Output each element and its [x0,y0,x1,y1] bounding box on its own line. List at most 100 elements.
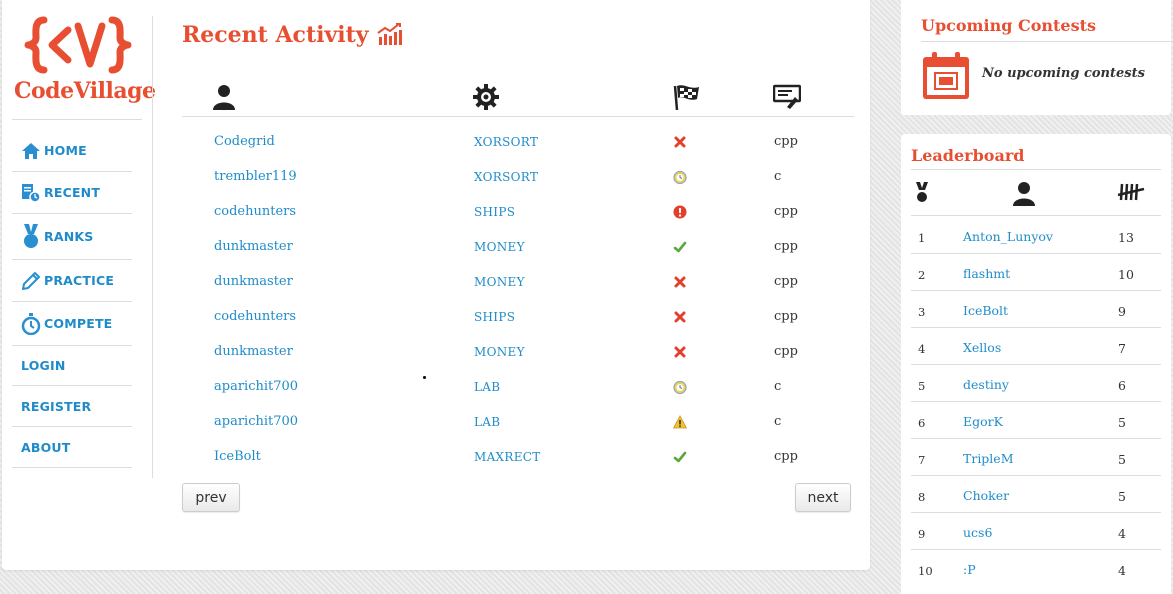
table-row: IceBolt MAXRECT cpp [182,432,854,467]
table-row: codehunters SHIPS cpp [182,292,854,327]
submission-user-link[interactable]: Codegrid [214,135,275,149]
logo[interactable]: CodeVillage [14,14,156,104]
submission-user-link[interactable]: codehunters [214,310,296,324]
submission-user-link[interactable]: trembler119 [214,170,297,184]
code-icon [772,84,802,114]
recent-icon [21,183,41,203]
wrong-answer-icon [673,275,687,289]
nav-label: COMPETE [44,316,113,331]
nav-label: RECENT [44,185,101,200]
leaderboard-row: 1 Anton_Lunyov 13 [911,217,1161,254]
user-link[interactable]: TripleM [963,451,1014,466]
prev-button[interactable]: prev [182,483,240,512]
submission-user-link[interactable]: codehunters [214,205,296,219]
submission-problem-link[interactable]: LAB [474,415,500,429]
submission-language: cpp [774,344,798,359]
medal-icon [915,182,929,208]
medal-icon [21,223,41,248]
rank: 3 [918,305,926,319]
table-row: dunkmaster MONEY cpp [182,327,854,362]
nav-item-compete[interactable]: COMPETE [12,302,132,346]
submission-problem-link[interactable]: MAXRECT [474,450,541,464]
user-link[interactable]: Xellos [963,340,1001,355]
table-row: aparichit700 LAB c [182,397,854,432]
logo-code-icon [24,16,132,74]
no-contests-message: No upcoming contests [982,66,1145,81]
rank: 10 [918,564,933,578]
user-link[interactable]: Anton_Lunyov [963,229,1053,244]
leaderboard-row: 8 Choker 5 [911,476,1161,513]
submission-user-link[interactable]: dunkmaster [214,345,293,359]
leaderboard-rows: 1 Anton_Lunyov 13 2 flashmt 10 3 IceBolt 9 4 Xello… [911,217,1161,587]
user-link[interactable]: flashmt [963,266,1010,281]
nav-label: HOME [44,143,87,158]
next-button[interactable]: next [795,483,851,512]
rank: 7 [918,453,926,467]
nav-label: PRACTICE [44,273,115,288]
rank: 2 [918,268,926,282]
submission-user-link[interactable]: dunkmaster [214,275,293,289]
accepted-icon [673,450,687,464]
leaderboard-header [911,170,1161,216]
sidebar-nav: HOME RECENT RANKS PRACTICE COMPETE LOGIN… [12,130,132,468]
submission-user-link[interactable]: aparichit700 [214,415,298,429]
leaderboard-row: 2 flashmt 10 [911,254,1161,291]
submission-problem-link[interactable]: MONEY [474,345,525,359]
submission-problem-link[interactable]: SHIPS [474,205,515,219]
user-link[interactable]: IceBolt [963,303,1008,318]
score: 5 [1118,489,1126,504]
submission-user-link[interactable]: dunkmaster [214,240,293,254]
submission-language: c [774,169,782,184]
user-link[interactable]: Choker [963,488,1009,503]
nav-item-about[interactable]: ABOUT [12,427,132,468]
rank: 9 [918,527,926,541]
submission-problem-link[interactable]: SHIPS [474,310,515,324]
score: 5 [1118,415,1126,430]
submission-language: cpp [774,204,798,219]
divider [12,119,142,120]
wrong-answer-icon [673,135,687,149]
user-link[interactable]: :P [963,562,976,577]
nav-item-practice[interactable]: PRACTICE [12,260,132,302]
nav-item-register[interactable]: REGISTER [12,386,132,427]
time-limit-icon [673,380,687,395]
score: 5 [1118,452,1126,467]
user-link[interactable]: EgorK [963,414,1003,429]
rank: 5 [918,379,926,393]
calendar-icon [921,51,971,105]
nav-label: LOGIN [21,358,66,373]
nav-item-login[interactable]: LOGIN [12,346,132,386]
time-limit-icon [673,170,687,185]
upcoming-contests-panel: Upcoming Contests No upcoming contests [901,0,1171,115]
table-row: Codegrid XORSORT cpp [182,117,854,152]
user-link[interactable]: destiny [963,377,1009,392]
submission-user-link[interactable]: IceBolt [214,450,261,464]
submission-problem-link[interactable]: LAB [474,380,500,394]
submission-language: c [774,414,782,429]
nav-label: ABOUT [21,439,71,455]
nav-item-home[interactable]: HOME [12,130,132,172]
submission-problem-link[interactable]: XORSORT [474,135,538,149]
submission-problem-link[interactable]: MONEY [474,275,525,289]
submission-user-link[interactable]: aparichit700 [214,380,298,394]
table-row: trembler119 XORSORT c [182,152,854,187]
leaderboard-row: 3 IceBolt 9 [911,291,1161,328]
chart-icon [376,23,402,45]
user-link[interactable]: ucs6 [963,525,992,540]
stopwatch-icon [21,312,41,335]
score: 4 [1118,563,1126,578]
submission-language: cpp [774,274,798,289]
score: 13 [1118,230,1134,245]
nav-item-ranks[interactable]: RANKS [12,214,132,260]
rank: 1 [918,231,926,245]
score: 7 [1118,341,1126,356]
contests-title: Upcoming Contests [921,16,1096,35]
rank: 4 [918,342,926,356]
submission-problem-link[interactable]: MONEY [474,240,525,254]
warning-icon [672,415,688,429]
user-icon [1013,182,1035,210]
table-row: aparichit700 LAB c [182,362,854,397]
nav-item-recent[interactable]: RECENT [12,172,132,214]
submission-language: cpp [774,134,798,149]
submission-problem-link[interactable]: XORSORT [474,170,538,184]
